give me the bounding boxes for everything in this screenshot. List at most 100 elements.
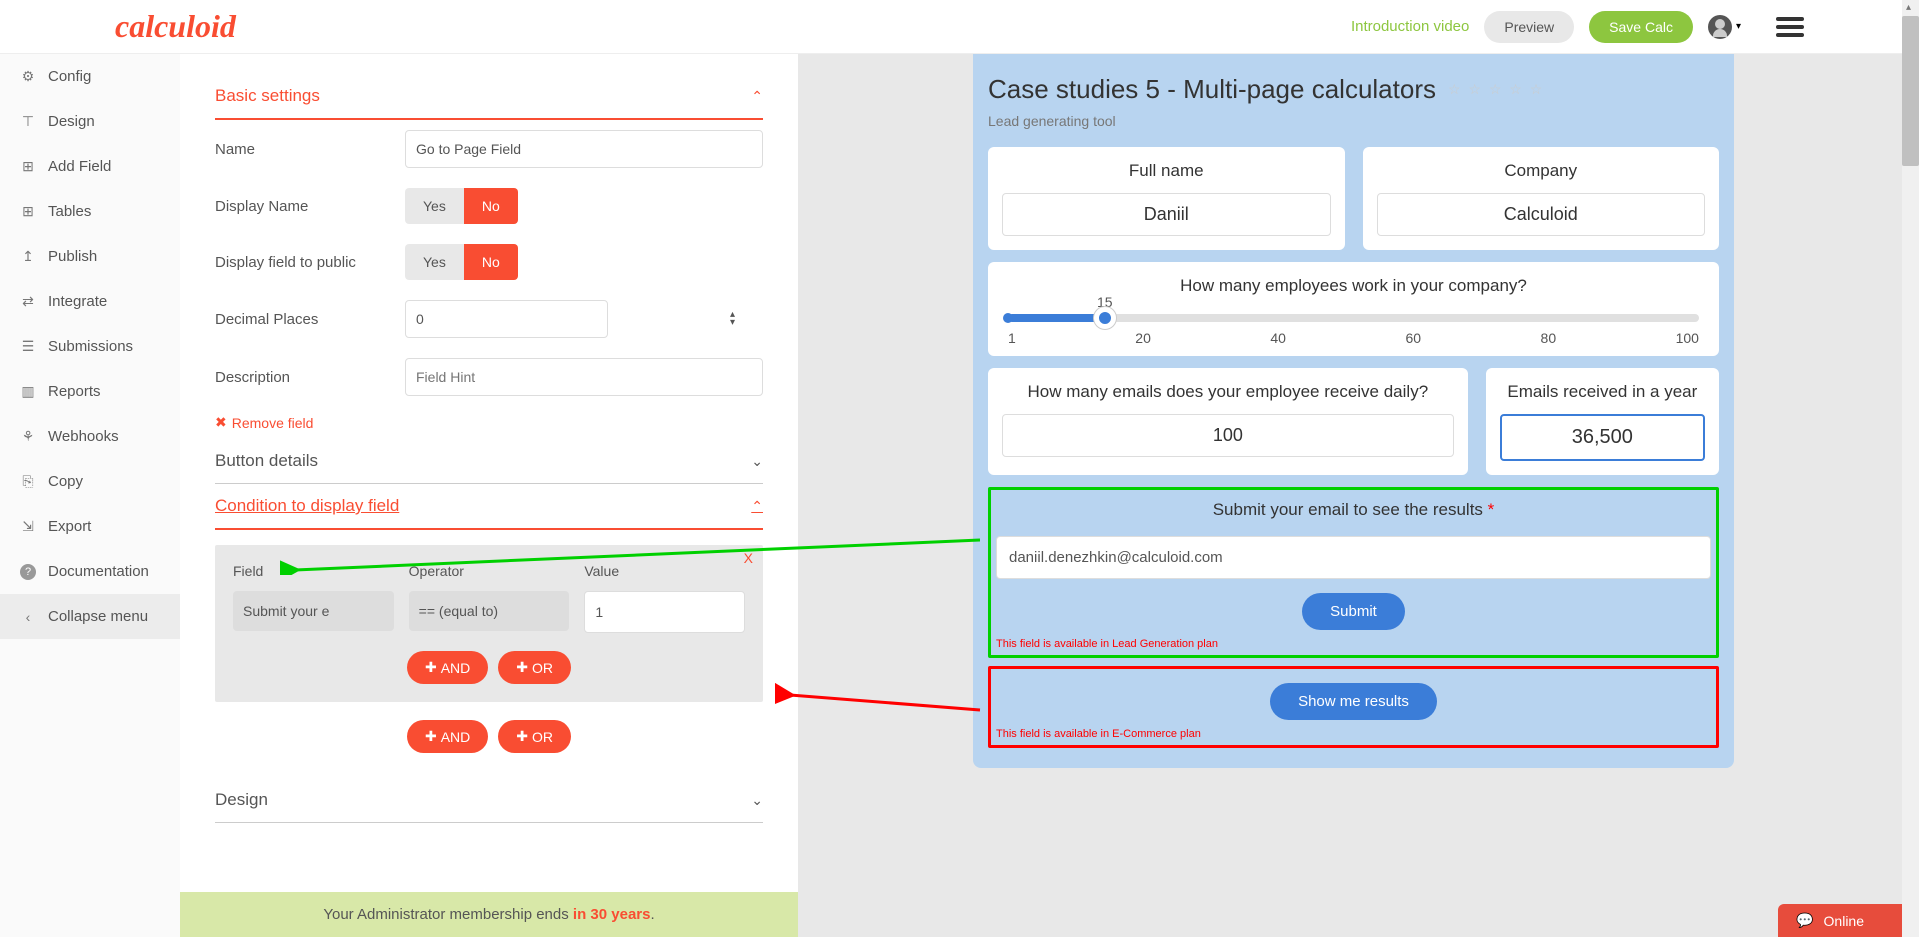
- field-label: Field: [233, 563, 394, 579]
- fullname-input[interactable]: [1002, 193, 1331, 236]
- sidebar-label: Copy: [48, 473, 83, 490]
- fullname-label: Full name: [1002, 161, 1331, 181]
- name-label: Name: [215, 141, 405, 158]
- decimal-input[interactable]: [405, 300, 608, 338]
- membership-banner: Your Administrator membership ends in 30…: [180, 892, 798, 937]
- toggle-yes[interactable]: Yes: [405, 188, 464, 224]
- sidebar-item-config[interactable]: ⚙Config: [0, 54, 180, 99]
- condition-box: X Field Operator Value ✚AND ✚OR: [215, 545, 763, 702]
- save-calc-button[interactable]: Save Calc: [1589, 11, 1693, 43]
- chevron-left-icon: ‹: [20, 609, 36, 625]
- emails-input[interactable]: [1002, 414, 1454, 457]
- sidebar-item-webhooks[interactable]: ⚘Webhooks: [0, 414, 180, 459]
- form-row-display-name: Display Name Yes No: [215, 178, 763, 234]
- section-label: Button details: [215, 451, 318, 471]
- email-input[interactable]: [996, 536, 1711, 579]
- sidebar-item-reports[interactable]: ▥Reports: [0, 369, 180, 414]
- sidebar-item-collapse[interactable]: ‹Collapse menu: [0, 594, 180, 639]
- sidebar-item-submissions[interactable]: ☰Submissions: [0, 324, 180, 369]
- year-label: Emails received in a year: [1500, 382, 1705, 402]
- preview-button[interactable]: Preview: [1484, 11, 1574, 43]
- sidebar-item-export[interactable]: ⇲Export: [0, 504, 180, 549]
- sidebar-item-design[interactable]: ⊤Design: [0, 99, 180, 144]
- slider-tick: 60: [1405, 330, 1421, 346]
- table-icon: ⊞: [20, 204, 36, 220]
- operator-label: Operator: [409, 563, 570, 579]
- intro-video-link[interactable]: Introduction video: [1351, 18, 1469, 35]
- slider-track[interactable]: 15: [1008, 314, 1699, 322]
- form-row-name: Name: [215, 120, 763, 178]
- name-input[interactable]: [405, 130, 763, 168]
- remove-field-link[interactable]: ✖ Remove field: [215, 406, 763, 439]
- slider-tick: 20: [1135, 330, 1151, 346]
- condition-field-select[interactable]: [233, 591, 394, 631]
- form-row-display-public: Display field to public Yes No: [215, 234, 763, 290]
- scroll-up-icon[interactable]: ▴: [1906, 2, 1911, 13]
- toggle-yes[interactable]: Yes: [405, 244, 464, 280]
- chat-label: Online: [1824, 913, 1864, 929]
- basic-settings-header[interactable]: Basic settings ⌃: [215, 74, 763, 120]
- slider-ticks: 1 20 40 60 80 100: [1008, 330, 1699, 346]
- description-input[interactable]: [405, 358, 763, 396]
- company-label: Company: [1377, 161, 1706, 181]
- sidebar: ⚙Config ⊤Design ⊞ Add Field ⊞ Tables ↥Publ…: [0, 54, 180, 937]
- toggle-no[interactable]: No: [464, 188, 518, 224]
- display-public-toggle: Yes No: [405, 244, 518, 280]
- button-details-header[interactable]: Button details ⌄: [215, 439, 763, 484]
- slider-thumb[interactable]: [1094, 307, 1116, 329]
- description-label: Description: [215, 369, 405, 386]
- preview-area: Case studies 5 - Multi-page calculators …: [798, 54, 1919, 937]
- toggle-no[interactable]: No: [464, 244, 518, 280]
- and-button-outer[interactable]: ✚AND: [407, 720, 488, 753]
- or-button-inner[interactable]: ✚OR: [498, 651, 571, 684]
- chevron-up-icon: ⌃: [751, 88, 763, 105]
- or-button-outer[interactable]: ✚OR: [498, 720, 571, 753]
- settings-panel: Basic settings ⌃ Name Display Name Yes N…: [180, 54, 798, 937]
- fullname-field: Full name: [988, 147, 1345, 250]
- year-value: 36,500: [1500, 414, 1705, 461]
- submit-button[interactable]: Submit: [1302, 593, 1405, 630]
- logo[interactable]: calculoid: [115, 8, 236, 45]
- close-condition-button[interactable]: X: [744, 550, 753, 566]
- results-section: Show me results This field is available …: [988, 666, 1719, 748]
- form-row-decimal: Decimal Places ▴▾: [215, 290, 763, 348]
- scrollbar-thumb[interactable]: [1902, 16, 1919, 166]
- condition-value-input[interactable]: [584, 591, 745, 633]
- close-icon: ✖: [215, 414, 227, 431]
- user-menu[interactable]: ▾: [1708, 15, 1741, 39]
- plus-square-icon: ⊞: [20, 159, 36, 175]
- design-header[interactable]: Design ⌄: [215, 778, 763, 823]
- and-button-inner[interactable]: ✚AND: [407, 651, 488, 684]
- sidebar-label: Submissions: [48, 338, 133, 355]
- sidebar-item-publish[interactable]: ↥Publish: [0, 234, 180, 279]
- plus-icon: ✚: [516, 659, 528, 676]
- employees-slider-card: How many employees work in your company?…: [988, 262, 1719, 356]
- integrate-icon: ⇄: [20, 294, 36, 310]
- scrollbar[interactable]: ▴: [1902, 0, 1919, 937]
- condition-header[interactable]: Condition to display field ⌃: [215, 484, 763, 530]
- company-input[interactable]: [1377, 193, 1706, 236]
- sidebar-label: Publish: [48, 248, 97, 265]
- company-field: Company: [1363, 147, 1720, 250]
- slider-tick: 80: [1541, 330, 1557, 346]
- employees-label: How many employees work in your company?: [1008, 276, 1699, 296]
- leadgen-note: This field is available in Lead Generati…: [996, 638, 1711, 650]
- export-icon: ⇲: [20, 519, 36, 535]
- sidebar-item-tables[interactable]: ⊞ Tables: [0, 189, 180, 234]
- hamburger-menu-icon[interactable]: [1776, 17, 1804, 37]
- sidebar-label: Add Field: [48, 158, 111, 175]
- sidebar-item-documentation[interactable]: ?Documentation: [0, 549, 180, 594]
- spinner-arrows-icon[interactable]: ▴▾: [730, 311, 735, 327]
- chart-icon: ▥: [20, 384, 36, 400]
- header-actions: Introduction video Preview Save Calc ▾: [1351, 11, 1804, 43]
- sidebar-item-copy[interactable]: ⎘Copy: [0, 459, 180, 504]
- sidebar-item-add-field[interactable]: ⊞ Add Field: [0, 144, 180, 189]
- chat-widget[interactable]: 💬 Online: [1778, 904, 1909, 937]
- show-results-button[interactable]: Show me results: [1270, 683, 1437, 720]
- required-asterisk: *: [1488, 500, 1495, 519]
- sidebar-label: Tables: [48, 203, 91, 220]
- sidebar-item-integrate[interactable]: ⇄Integrate: [0, 279, 180, 324]
- condition-operator-select[interactable]: [409, 591, 570, 631]
- rating-stars[interactable]: ☆ ☆ ☆ ☆ ☆: [1448, 81, 1544, 98]
- sidebar-label: Documentation: [48, 563, 149, 580]
